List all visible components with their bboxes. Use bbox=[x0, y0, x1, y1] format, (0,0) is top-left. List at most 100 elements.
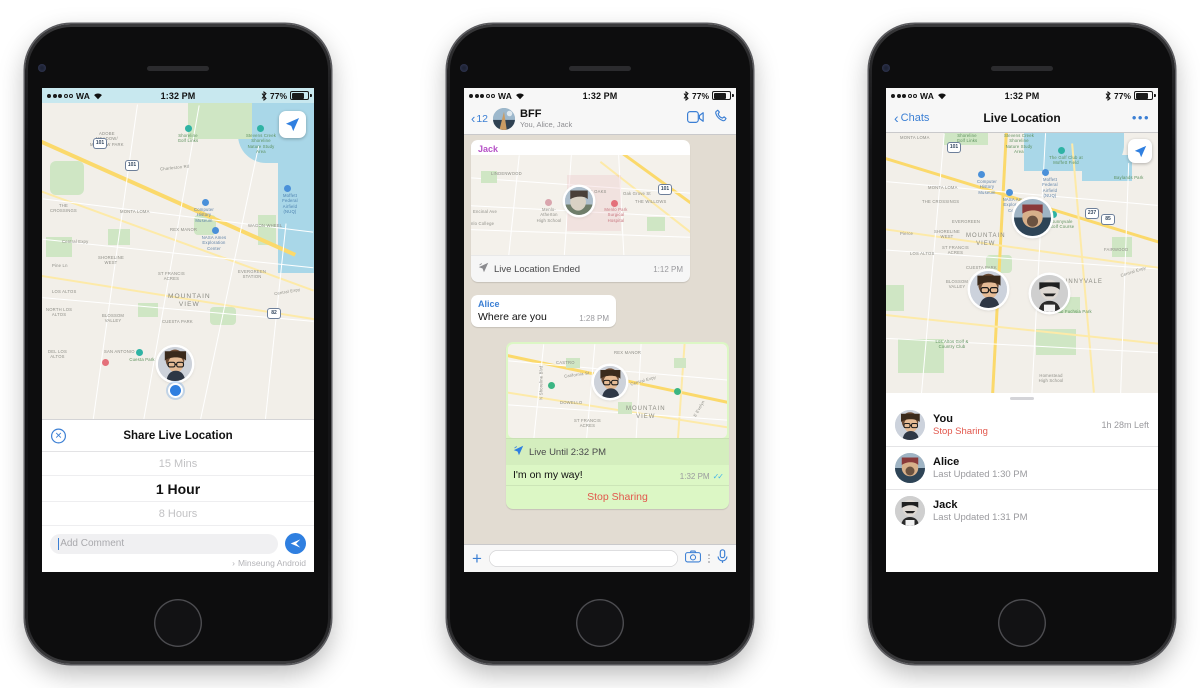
list-item[interactable]: Jack Last Updated 1:31 PM bbox=[886, 490, 1158, 532]
camera-icon[interactable] bbox=[685, 550, 702, 568]
stop-sharing-link[interactable]: Stop Sharing bbox=[933, 426, 988, 438]
video-camera-icon[interactable] bbox=[686, 110, 704, 128]
chat-input-bar: + bbox=[464, 544, 736, 572]
map-view-1[interactable]: ADOBE MEADOW/MEADOW PARK Shoreline Golf Li… bbox=[42, 103, 314, 419]
duration-option-15min[interactable]: 15 Mins bbox=[42, 452, 314, 476]
close-icon[interactable]: ✕ bbox=[51, 428, 66, 443]
home-button[interactable] bbox=[576, 599, 624, 647]
avatar bbox=[158, 347, 192, 381]
list-item-name: You bbox=[933, 412, 953, 425]
bubble-map-preview[interactable]: REX MANOR CASTRO California St N Shoreli… bbox=[508, 344, 727, 438]
live-location-status-row: Live Location Ended 1:12 PM bbox=[471, 255, 690, 282]
list-item-text: Jack Last Updated 1:31 PM bbox=[933, 498, 1028, 525]
more-horizontal-icon[interactable]: ••• bbox=[1132, 111, 1150, 124]
live-location-status-row: Live Until 2:32 PM bbox=[506, 438, 729, 465]
status-bar-left: WA bbox=[47, 91, 103, 101]
phone-device-1: WA 1:32 PM 77% ADOBE MEADOW/ MEADOW PARK… bbox=[25, 24, 331, 664]
status-bar-right: 77% bbox=[1105, 90, 1156, 101]
message-sender-name: Jack bbox=[478, 144, 499, 154]
locate-me-button[interactable] bbox=[1128, 139, 1152, 163]
live-location-bubble-incoming[interactable]: Jack LINDENWOOD Encinal Ave LC OAKS Oak … bbox=[471, 140, 690, 282]
status-bar-left: WA bbox=[891, 91, 947, 101]
battery-icon bbox=[290, 91, 312, 100]
back-button[interactable]: ‹ 12 bbox=[471, 112, 488, 125]
avatar[interactable] bbox=[1031, 275, 1068, 312]
carrier-label: WA bbox=[76, 90, 91, 101]
text-bubble-incoming[interactable]: Alice Where are you 1:28 PM bbox=[471, 295, 616, 327]
status-bar: WA 1:32 PM 77% bbox=[464, 88, 736, 103]
home-button[interactable] bbox=[998, 599, 1046, 647]
list-item-name: Alice bbox=[933, 455, 960, 468]
back-button-chats[interactable]: ‹ Chats bbox=[894, 111, 929, 125]
share-live-location-sheet: ✕ Share Live Location 15 Mins 1 Hour 8 H… bbox=[42, 419, 314, 572]
list-item-name: Jack bbox=[933, 498, 958, 511]
battery-percent-label: 77% bbox=[269, 90, 287, 101]
live-location-participant-list: You Stop Sharing 1h 28m Left Alice Last … bbox=[886, 404, 1158, 572]
location-pin-icon bbox=[170, 385, 181, 396]
navigation-bar: ‹ Chats Live Location ••• bbox=[886, 103, 1158, 133]
send-button[interactable] bbox=[285, 533, 306, 554]
comment-row: Add Comment bbox=[42, 526, 314, 556]
screenshot-canvas: WA 1:32 PM 77% ADOBE MEADOW/ MEADOW PARK… bbox=[0, 0, 1200, 688]
battery-percent-label: 77% bbox=[691, 90, 709, 101]
message-timestamp: 1:12 PM bbox=[653, 264, 683, 274]
battery-percent-label: 77% bbox=[1113, 90, 1131, 101]
bluetooth-icon bbox=[1105, 90, 1111, 101]
avatar bbox=[594, 366, 626, 398]
message-sender-name: Alice bbox=[478, 299, 500, 309]
bubble-map-preview[interactable]: LINDENWOOD Encinal Ave LC OAKS Oak Grove… bbox=[471, 155, 690, 255]
locate-me-button[interactable] bbox=[279, 111, 306, 138]
chat-message-list[interactable]: Jack LINDENWOOD Encinal Ave LC OAKS Oak … bbox=[464, 135, 736, 544]
sheet-drag-handle[interactable] bbox=[886, 393, 1158, 404]
map-view-3[interactable]: Shoreline Golf Links Stevens Creek Shoreli… bbox=[886, 133, 1158, 393]
home-button[interactable] bbox=[154, 599, 202, 647]
avatar[interactable] bbox=[1014, 199, 1051, 236]
chat-title: BFF bbox=[520, 107, 542, 120]
back-button-label: Chats bbox=[900, 111, 930, 124]
last-updated-label: Last Updated 1:30 PM bbox=[933, 468, 1028, 480]
group-avatar[interactable] bbox=[493, 107, 516, 130]
message-item: Jack LINDENWOOD Encinal Ave LC OAKS Oak … bbox=[464, 135, 736, 287]
message-text-row: Where are you 1:28 PM bbox=[471, 310, 616, 327]
front-camera-icon bbox=[460, 64, 468, 72]
status-bar-left: WA bbox=[469, 91, 525, 101]
live-location-icon bbox=[478, 260, 489, 278]
front-camera-icon bbox=[38, 64, 46, 72]
avatar[interactable] bbox=[970, 271, 1007, 308]
recipient-label: Minseung Android bbox=[237, 558, 306, 568]
last-updated-label: Last Updated 1:31 PM bbox=[933, 511, 1028, 523]
bluetooth-icon bbox=[683, 90, 689, 101]
earpiece-speaker bbox=[569, 66, 631, 71]
live-location-bubble-outgoing[interactable]: REX MANOR CASTRO California St N Shoreli… bbox=[506, 342, 729, 509]
more-vertical-icon[interactable] bbox=[708, 554, 710, 563]
wifi-icon bbox=[93, 92, 103, 100]
phone-1-screen: WA 1:32 PM 77% ADOBE MEADOW/ MEADOW PARK… bbox=[42, 88, 314, 572]
message-timestamp: 1:32 PM bbox=[679, 472, 710, 481]
microphone-icon[interactable] bbox=[717, 548, 728, 569]
earpiece-speaker bbox=[147, 66, 209, 71]
read-receipt-icon: ✓✓ bbox=[712, 472, 724, 481]
text-caret bbox=[58, 537, 60, 550]
list-item-text: You Stop Sharing bbox=[933, 412, 988, 439]
list-item[interactable]: You Stop Sharing 1h 28m Left bbox=[886, 404, 1158, 447]
list-item[interactable]: Alice Last Updated 1:30 PM bbox=[886, 447, 1158, 490]
signal-strength-icon bbox=[47, 93, 73, 98]
message-input[interactable] bbox=[488, 550, 679, 567]
avatar bbox=[895, 410, 925, 440]
message-meta: 1:28 PM bbox=[579, 314, 609, 323]
comment-input[interactable]: Add Comment bbox=[50, 533, 278, 554]
front-camera-icon bbox=[882, 64, 890, 72]
avatar bbox=[565, 187, 593, 215]
stop-sharing-button[interactable]: Stop Sharing bbox=[506, 485, 729, 509]
phone-icon[interactable] bbox=[715, 109, 729, 128]
duration-option-8hours[interactable]: 8 Hours bbox=[42, 502, 314, 526]
sheet-title: Share Live Location bbox=[123, 429, 233, 442]
chat-actions bbox=[686, 109, 729, 128]
message-meta: 1:32 PM ✓✓ bbox=[679, 472, 724, 481]
avatar bbox=[895, 453, 925, 483]
carrier-label: WA bbox=[498, 90, 513, 101]
plus-icon[interactable]: + bbox=[472, 550, 482, 567]
message-text-row: I'm on my way! 1:32 PM ✓✓ bbox=[506, 465, 729, 485]
duration-option-1hour[interactable]: 1 Hour bbox=[42, 476, 314, 502]
recipient-row[interactable]: › Minseung Android bbox=[42, 556, 314, 572]
